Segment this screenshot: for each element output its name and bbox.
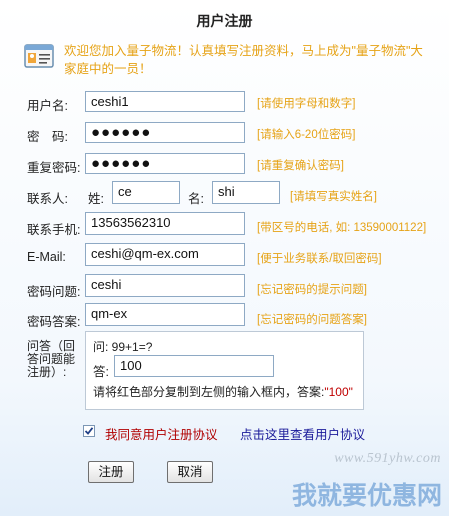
mobile-hint: [带区号的电话, 如: 13590001122] [257, 222, 427, 234]
svg-text:www.591yhw.com: www.591yhw.com [334, 451, 441, 466]
password-confirm-hint: [请重复确认密码] [257, 160, 344, 172]
contact-label: 联系人: [27, 192, 68, 206]
username-hint: [请使用字母和数字] [257, 98, 356, 110]
captcha-instruction-text: 请将红色部分复制到左侧的输入框内，答案: [93, 385, 325, 399]
surname-label: 姓: [88, 192, 104, 206]
captcha-answer-input[interactable]: 100 [114, 355, 274, 377]
captcha-instruction: 请将红色部分复制到左侧的输入框内，答案:"100" [93, 383, 353, 400]
watermark-slogan: 我就要优惠网 [292, 481, 442, 510]
question-hint: [忘记密码的提示问题] [257, 284, 367, 296]
given-name-input[interactable]: shi [212, 181, 280, 204]
mobile-label: 联系手机: [27, 223, 81, 237]
agreement-checkbox[interactable] [83, 425, 95, 437]
password-hint: [请输入6-20位密码] [257, 129, 356, 141]
submit-button[interactable]: 注册 [88, 461, 134, 483]
question-input[interactable]: ceshi [85, 274, 245, 297]
welcome-message: 欢迎您加入量子物流！认真填写注册资料，马上成为"量子物流"大家庭中的一员！ [64, 44, 423, 76]
captcha-answer-label: 答: [93, 365, 109, 379]
contact-hint: [请填写真实姓名] [290, 191, 377, 203]
agreement-label[interactable]: 我同意用户注册协议 [105, 424, 218, 443]
captcha-box: 问: 99+1=? 答: 100 请将红色部分复制到左侧的输入框内，答案:"10… [85, 331, 364, 410]
id-card-icon [24, 44, 54, 68]
check-icon [84, 427, 94, 435]
email-hint: [便于业务联系/取回密码] [257, 253, 382, 265]
answer-input[interactable]: qm-ex [85, 303, 245, 326]
svg-text:我就要优惠网: 我就要优惠网 [292, 481, 442, 510]
email-label: E-Mail: [27, 250, 66, 264]
mobile-input[interactable]: 13563562310 [85, 212, 245, 235]
page-title: 用户注册 [196, 13, 253, 29]
captcha-label: 问答（回答问题能注册）: [27, 339, 76, 379]
answer-hint: [忘记密码的问题答案] [257, 314, 367, 326]
captcha-question: 问: 99+1=? [93, 340, 153, 354]
given-name-label: 名: [188, 192, 204, 206]
cancel-button[interactable]: 取消 [167, 461, 213, 483]
password-input[interactable]: ●●●●●● [85, 122, 245, 143]
password-confirm-input[interactable]: ●●●●●● [85, 153, 245, 174]
view-agreement-link[interactable]: 点击这里查看用户协议 [240, 424, 365, 443]
watermark-url: www.591yhw.com [334, 451, 441, 466]
surname-input[interactable]: ce [112, 181, 180, 204]
password-label: 密 码: [27, 130, 68, 144]
captcha-answer-hint: "100" [324, 385, 353, 399]
username-label: 用户名: [27, 99, 68, 113]
username-input[interactable]: ceshi1 [85, 91, 245, 112]
question-label: 密码问题: [27, 285, 81, 299]
email-input[interactable]: ceshi@qm-ex.com [85, 243, 245, 266]
answer-label: 密码答案: [27, 315, 81, 329]
password-confirm-label: 重复密码: [27, 161, 81, 175]
